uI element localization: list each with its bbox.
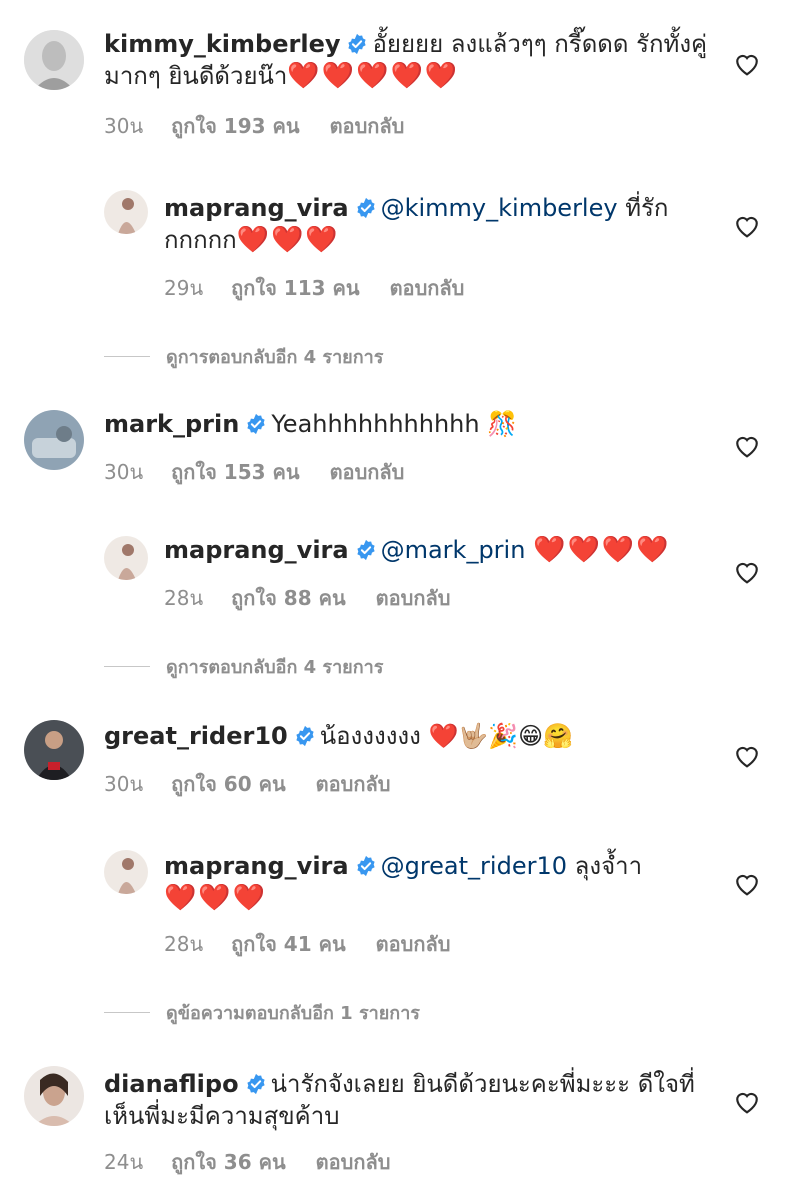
verified-icon — [294, 725, 316, 747]
comment-body: great_rider10 น้องงงงงง ❤️🤟🏼🎉😁🤗 — [104, 720, 720, 752]
timestamp: 30น — [104, 460, 144, 484]
reply-button[interactable]: ตอบกลับ — [376, 932, 451, 956]
verified-icon — [355, 539, 377, 561]
heart-emojis: ❤️❤️❤️❤️❤️ — [287, 61, 460, 91]
username[interactable]: maprang_vira — [164, 194, 349, 222]
username[interactable]: maprang_vira — [164, 852, 349, 880]
divider-line — [104, 356, 150, 357]
comment-meta: 30น ถูกใจ 60 คน ตอบกลับ — [104, 768, 420, 800]
timestamp: 28น — [164, 932, 204, 956]
mention-link[interactable]: @kimmy_kimberley — [381, 194, 618, 222]
like-heart-icon[interactable] — [734, 434, 760, 458]
comment-body: kimmy_kimberley อั้ยยยย ลงแล้วๆๆ กรี๊ดดด … — [104, 28, 720, 92]
comment-meta: 30น ถูกใจ 153 คน ตอบกลับ — [104, 456, 434, 488]
comment-meta: 28น ถูกใจ 41 คน ตอบกลับ — [164, 928, 480, 960]
timestamp: 24น — [104, 1150, 144, 1174]
heart-emojis: ❤️❤️❤️ — [236, 225, 340, 255]
view-more-replies[interactable]: ดูข้อความตอบกลับอีก 1 รายการ — [104, 998, 420, 1027]
like-heart-icon[interactable] — [734, 872, 760, 896]
timestamp: 30น — [104, 114, 144, 138]
view-more-replies[interactable]: ดูการตอบกลับอีก 4 รายการ — [104, 342, 383, 371]
heart-emojis: ❤️❤️❤️❤️ — [533, 535, 671, 565]
username[interactable]: kimmy_kimberley — [104, 30, 340, 58]
heart-emojis: ❤️❤️❤️ — [164, 883, 268, 913]
comment-body: dianaflipo น่ารักจังเลยย ยินดีด้วยนะคะพี่… — [104, 1068, 720, 1132]
verified-icon — [355, 855, 377, 877]
verified-icon — [355, 197, 377, 219]
like-count[interactable]: ถูกใจ 153 คน — [171, 460, 299, 484]
reply-button[interactable]: ตอบกลับ — [330, 460, 405, 484]
username[interactable]: maprang_vira — [164, 536, 349, 564]
avatar[interactable] — [104, 536, 148, 580]
reply-button[interactable]: ตอบกลับ — [316, 772, 391, 796]
divider-line — [104, 666, 150, 667]
like-heart-icon[interactable] — [734, 560, 760, 584]
verified-icon — [245, 413, 267, 435]
username[interactable]: mark_prin — [104, 410, 239, 438]
like-heart-icon[interactable] — [734, 214, 760, 238]
comment-meta: 29น ถูกใจ 113 คน ตอบกลับ — [164, 272, 494, 304]
view-more-replies[interactable]: ดูการตอบกลับอีก 4 รายการ — [104, 652, 383, 681]
timestamp: 28น — [164, 586, 204, 610]
comment-meta: 28น ถูกใจ 88 คน ตอบกลับ — [164, 582, 480, 614]
username[interactable]: great_rider10 — [104, 722, 288, 750]
emoji-sequence: ❤️🤟🏼🎉😁🤗 — [428, 722, 574, 750]
reply-button[interactable]: ตอบกลับ — [316, 1150, 391, 1174]
reply-button[interactable]: ตอบกลับ — [330, 114, 405, 138]
like-count[interactable]: ถูกใจ 36 คน — [171, 1150, 286, 1174]
comment-text: น้องงงงงง — [319, 722, 421, 750]
like-count[interactable]: ถูกใจ 88 คน — [231, 586, 346, 610]
comment-body: maprang_vira @mark_prin ❤️❤️❤️❤️ — [164, 534, 720, 566]
avatar[interactable] — [24, 1066, 84, 1126]
comment-body: maprang_vira @great_rider10 ลุงจ้ำา ❤️❤️❤️ — [164, 850, 664, 914]
comment-body: mark_prin Yeahhhhhhhhhhh 🎊 — [104, 408, 720, 440]
comment-meta: 30น ถูกใจ 193 คน ตอบกลับ — [104, 110, 434, 142]
like-heart-icon[interactable] — [734, 52, 760, 76]
like-count[interactable]: ถูกใจ 113 คน — [231, 276, 359, 300]
like-count[interactable]: ถูกใจ 193 คน — [171, 114, 299, 138]
divider-line — [104, 1012, 150, 1013]
timestamp: 30น — [104, 772, 144, 796]
mention-link[interactable]: @great_rider10 — [381, 852, 567, 880]
comment-text: ลุงจ้ำา — [574, 852, 643, 880]
timestamp: 29น — [164, 276, 204, 300]
avatar[interactable] — [24, 720, 84, 780]
confetti-emoji: 🎊 — [487, 410, 518, 438]
like-count[interactable]: ถูกใจ 60 คน — [171, 772, 286, 796]
avatar[interactable] — [104, 190, 148, 234]
username[interactable]: dianaflipo — [104, 1070, 239, 1098]
reply-button[interactable]: ตอบกลับ — [390, 276, 465, 300]
like-count[interactable]: ถูกใจ 41 คน — [231, 932, 346, 956]
avatar[interactable] — [24, 30, 84, 90]
verified-icon — [346, 33, 368, 55]
mention-link[interactable]: @mark_prin — [381, 536, 526, 564]
comment-meta: 24น ถูกใจ 36 คน ตอบกลับ — [104, 1146, 420, 1178]
reply-button[interactable]: ตอบกลับ — [376, 586, 451, 610]
avatar[interactable] — [24, 410, 84, 470]
avatar[interactable] — [104, 850, 148, 894]
like-heart-icon[interactable] — [734, 744, 760, 768]
like-heart-icon[interactable] — [734, 1090, 760, 1114]
verified-icon — [245, 1073, 267, 1095]
comment-text: Yeahhhhhhhhhhh — [271, 410, 480, 438]
comment-body: maprang_vira @kimmy_kimberley ที่รักกกกกก… — [164, 192, 684, 256]
